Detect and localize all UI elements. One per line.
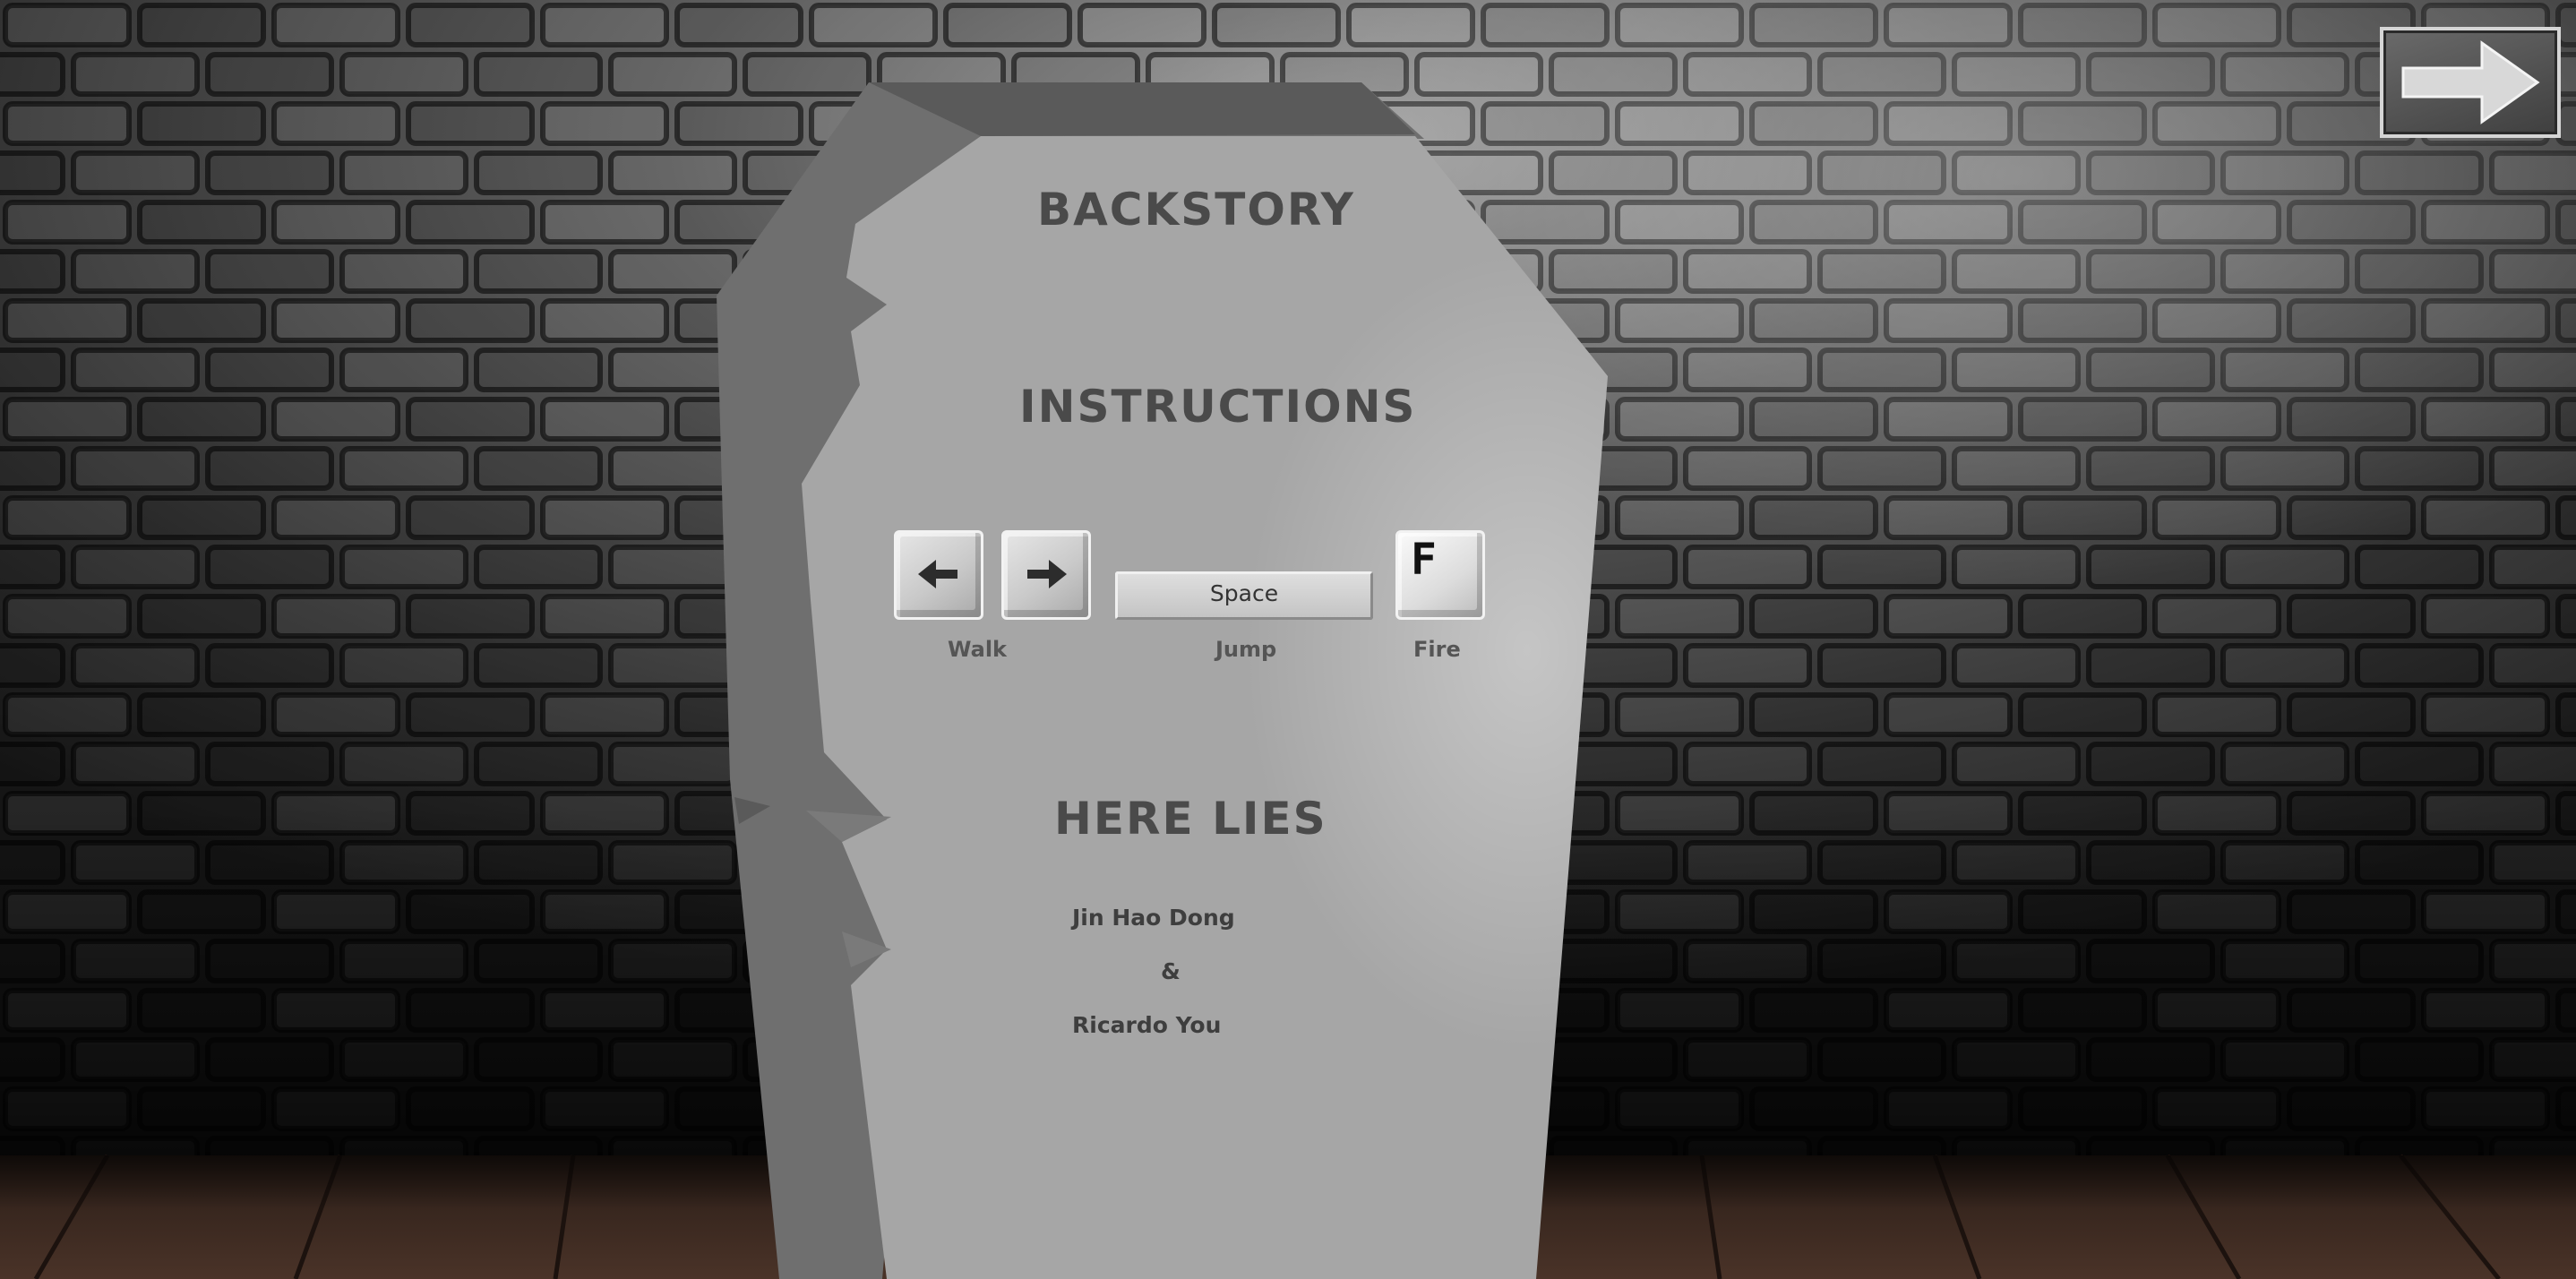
next-button[interactable]	[2380, 27, 2561, 138]
arrow-right-icon	[2401, 40, 2540, 124]
jump-label: Jump	[1215, 637, 1277, 662]
author-name-2: Ricardo You	[1072, 1012, 1222, 1038]
right-arrow-key	[1001, 530, 1091, 620]
walk-label: Walk	[948, 637, 1007, 662]
left-arrow-key	[894, 530, 983, 620]
f-key: F	[1395, 530, 1485, 620]
ampersand: &	[1161, 958, 1181, 984]
author-name-1: Jin Hao Dong	[1072, 905, 1235, 931]
f-key-label: F	[1411, 535, 1437, 585]
backstory-heading[interactable]: BACKSTORY	[1037, 184, 1355, 236]
space-key: Space	[1115, 571, 1373, 620]
instructions-heading: INSTRUCTIONS	[1019, 381, 1417, 433]
arrow-left-icon	[918, 560, 957, 588]
space-key-label: Space	[1209, 580, 1279, 606]
fire-label: Fire	[1413, 637, 1461, 662]
arrow-right-icon	[1027, 560, 1067, 588]
game-screen: BACKSTORY INSTRUCTIONS Space F Walk Jump…	[0, 0, 2576, 1279]
here-lies-heading: HERE LIES	[1054, 793, 1327, 845]
